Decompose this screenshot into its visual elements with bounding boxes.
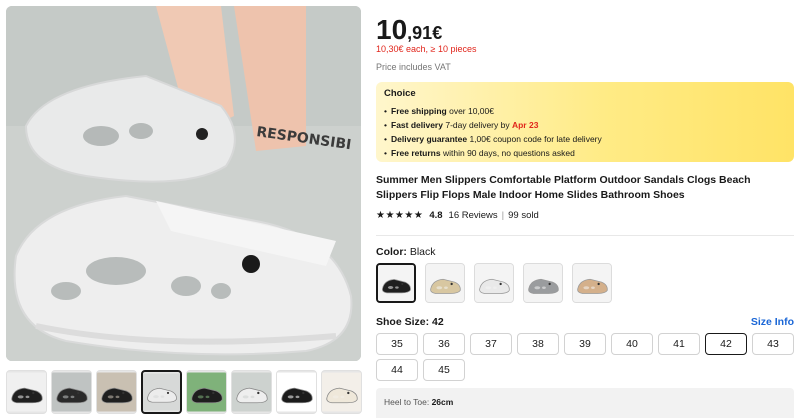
color-label: Color: Black: [376, 246, 436, 258]
choice-row-title: Delivery guarantee: [391, 134, 468, 144]
size-option-39[interactable]: 39: [564, 333, 606, 355]
star-rating-icon: ★★★★★: [376, 210, 424, 221]
thumb-black-pair[interactable]: [276, 370, 318, 414]
thumb-white-clog-selected[interactable]: [141, 370, 183, 414]
measurement-key: Heel to Toe:: [384, 397, 432, 407]
price-currency: €: [432, 23, 443, 43]
choice-row-title: Free shipping: [391, 106, 447, 116]
size-label: Shoe Size: 42: [376, 316, 444, 328]
choice-row-title: Fast delivery: [391, 120, 443, 130]
bulk-price-note: 10,30€ each, ≥ 10 pieces: [376, 44, 477, 54]
size-option-38[interactable]: 38: [517, 333, 559, 355]
color-swatches: [376, 263, 612, 303]
price: 10,91€: [376, 14, 442, 46]
color-swatch-grey[interactable]: [523, 263, 563, 303]
sold-count: 99 sold: [508, 210, 539, 221]
choice-row-text: within 90 days, no questions asked: [440, 148, 575, 158]
choice-row: • Delivery guarantee 1,00€ coupon code fo…: [384, 132, 786, 146]
divider: [376, 235, 794, 236]
choice-row-text: over 10,00€: [446, 106, 494, 116]
color-selected-value: Black: [409, 246, 436, 258]
rating-separator: |: [501, 210, 505, 221]
thumbnail-strip: [6, 370, 363, 414]
thumb-green-background[interactable]: [186, 370, 228, 414]
size-option-45[interactable]: 45: [423, 359, 465, 381]
thumb-black-clog-worn[interactable]: [96, 370, 137, 414]
price-integer: 10: [376, 14, 408, 45]
rating-row: ★★★★★ 4.8 16 Reviews | 99 sold: [376, 210, 539, 221]
size-option-41[interactable]: 41: [658, 333, 700, 355]
size-options: 35 36 37 38 39 40 41 42 43 44 45: [376, 333, 796, 381]
slipper-photo: RESPONSIBI: [6, 6, 361, 361]
color-swatch-white[interactable]: [474, 263, 514, 303]
choice-row: • Free shipping over 10,00€: [384, 104, 786, 118]
size-option-40[interactable]: 40: [611, 333, 653, 355]
thumb-clog-worn-feet[interactable]: [231, 370, 273, 414]
choice-row-title: Free returns: [391, 148, 441, 158]
bullet-icon: •: [384, 120, 387, 130]
price-decimal: ,91: [407, 23, 433, 43]
measurement-value: 26cm: [431, 397, 454, 407]
color-swatch-beige[interactable]: [425, 263, 465, 303]
choice-row-text: 1,00€ coupon code for late delivery: [467, 134, 602, 144]
size-measurement-note: Heel to Toe: 26cm: [376, 388, 794, 418]
size-option-36[interactable]: 36: [423, 333, 465, 355]
vat-note: Price includes VAT: [376, 62, 451, 72]
size-option-37[interactable]: 37: [470, 333, 512, 355]
size-info-link[interactable]: Size Info: [751, 316, 794, 328]
thumb-beige-clog[interactable]: [321, 370, 363, 414]
choice-row-text: 7-day delivery by: [442, 120, 512, 130]
bullet-icon: •: [384, 148, 387, 158]
choice-title: Choice: [384, 88, 416, 99]
size-option-43[interactable]: 43: [752, 333, 794, 355]
color-label-text: Color:: [376, 246, 407, 258]
reviews-link[interactable]: 16 Reviews: [449, 210, 498, 221]
choice-benefits-panel[interactable]: Choice • Free shipping over 10,00€ • Fast d…: [376, 82, 794, 162]
choice-row: • Free returns within 90 days, no questio…: [384, 146, 786, 160]
choice-row: • Fast delivery 7-day delivery by Apr 23: [384, 118, 786, 132]
size-option-42[interactable]: 42: [705, 333, 747, 355]
size-option-44[interactable]: 44: [376, 359, 418, 381]
rating-score: 4.8: [429, 210, 443, 221]
color-swatch-black[interactable]: [376, 263, 416, 303]
thumb-black-clog-side[interactable]: [51, 370, 92, 414]
size-option-35[interactable]: 35: [376, 333, 418, 355]
product-main-image[interactable]: RESPONSIBI: [6, 6, 361, 361]
thumb-black-clog[interactable]: [6, 370, 47, 414]
color-swatch-khaki[interactable]: [572, 263, 612, 303]
product-title: Summer Men Slippers Comfortable Platform…: [376, 174, 751, 201]
bullet-icon: •: [384, 106, 387, 116]
delivery-date: Apr 23: [511, 120, 539, 130]
bullet-icon: •: [384, 134, 387, 144]
